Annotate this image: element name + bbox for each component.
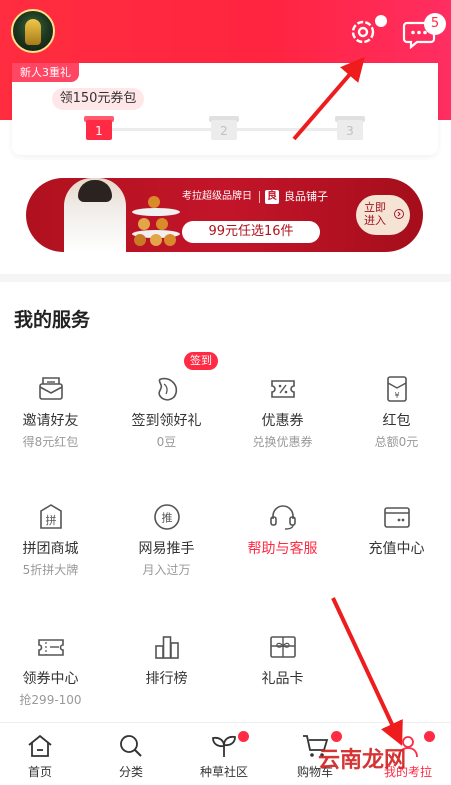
ranking-icon bbox=[154, 636, 179, 659]
service-sub: 月入过万 bbox=[142, 563, 191, 577]
service-sub: 抢299-100 bbox=[19, 693, 82, 707]
service-label: 红包 bbox=[382, 413, 411, 429]
coupon-pack-label[interactable]: 领150元券包 bbox=[52, 88, 144, 110]
promo-banner[interactable]: 考拉超级品牌日 良 良品铺子 99元任选16件 立即 进入 bbox=[26, 178, 423, 252]
service-sub: 5折拼大牌 bbox=[22, 563, 79, 577]
newcomer-step-2: 2 bbox=[209, 114, 239, 140]
arrow-to-my-kaola bbox=[331, 597, 403, 746]
service-group-buy[interactable]: 拼 拼团商城 5折拼大牌 bbox=[0, 502, 107, 578]
banner-brand-logo: 良 bbox=[265, 190, 279, 204]
banner-person-image bbox=[64, 178, 126, 252]
home-icon bbox=[28, 734, 52, 757]
service-label: 帮助与客服 bbox=[247, 541, 318, 557]
wallet-icon bbox=[383, 507, 410, 528]
service-label: 优惠券 bbox=[261, 413, 304, 429]
service-label: 礼品卡 bbox=[261, 671, 304, 687]
banner-enter-button[interactable]: 立即 进入 bbox=[356, 195, 410, 235]
nav-community[interactable]: 种草社区 bbox=[179, 732, 269, 780]
newcomer-step-3: 3 bbox=[335, 114, 365, 140]
service-red-packet[interactable]: ¥ 红包 总额0元 bbox=[340, 374, 451, 450]
section-divider bbox=[0, 274, 451, 282]
service-label: 排行榜 bbox=[145, 671, 188, 687]
search-icon bbox=[120, 735, 142, 757]
service-label: 拼团商城 bbox=[22, 541, 79, 557]
service-label: 邀请好友 bbox=[22, 413, 79, 429]
step-number: 2 bbox=[220, 124, 228, 138]
promoter-icon: 推 bbox=[153, 504, 180, 530]
banner-separator bbox=[259, 191, 260, 203]
step-number: 3 bbox=[346, 124, 354, 138]
coupon-icon bbox=[270, 380, 295, 398]
service-sub: 兑换优惠券 bbox=[252, 435, 313, 449]
service-help-support[interactable]: 帮助与客服 bbox=[226, 502, 339, 558]
service-label: 领券中心 bbox=[22, 671, 79, 687]
red-envelope-icon: ¥ bbox=[386, 376, 407, 402]
nav-label: 分类 bbox=[118, 765, 143, 779]
nav-label: 种草社区 bbox=[199, 765, 248, 779]
sprout-icon bbox=[212, 735, 236, 757]
avatar[interactable] bbox=[11, 9, 55, 53]
settings-notification-dot bbox=[375, 15, 387, 27]
service-sign-in-gift[interactable]: 签到领好礼 0豆 bbox=[110, 374, 223, 450]
profile-red-dot bbox=[424, 731, 435, 742]
nav-label: 首页 bbox=[27, 765, 52, 779]
cart-red-dot bbox=[331, 731, 342, 742]
service-ranking[interactable]: 排行榜 bbox=[110, 632, 223, 688]
service-promoter[interactable]: 推 网易推手 月入过万 bbox=[110, 502, 223, 578]
ticket-icon bbox=[37, 639, 64, 656]
message-count-badge: 5 bbox=[424, 13, 446, 35]
service-coupons[interactable]: 优惠券 兑换优惠券 bbox=[226, 374, 339, 450]
nav-category[interactable]: 分类 bbox=[86, 732, 176, 780]
service-coupon-center[interactable]: 领券中心 抢299-100 bbox=[0, 632, 107, 708]
banner-food-image bbox=[130, 186, 182, 246]
nav-home[interactable]: 首页 bbox=[0, 732, 85, 780]
newcomer-tag: 新人3重礼 bbox=[12, 63, 79, 82]
service-recharge-center[interactable]: 充值中心 bbox=[340, 502, 451, 558]
service-sub: 得8元红包 bbox=[22, 435, 79, 449]
step-number: 1 bbox=[95, 124, 103, 138]
gift-card-icon bbox=[269, 636, 296, 658]
watermark-text: 云南龙网 bbox=[318, 747, 407, 773]
invite-envelope-icon bbox=[38, 377, 63, 400]
services-title: 我的服务 bbox=[14, 309, 91, 331]
newcomer-step-1: 1 bbox=[84, 114, 114, 140]
service-invite-friends[interactable]: 邀请好友 得8元红包 bbox=[0, 374, 107, 450]
svg-text:¥: ¥ bbox=[394, 391, 399, 400]
svg-text:推: 推 bbox=[161, 511, 172, 525]
svg-text:拼: 拼 bbox=[45, 513, 56, 527]
banner-promo-pill: 99元任选16件 bbox=[182, 221, 320, 243]
sign-in-badge: 签到 bbox=[184, 352, 218, 370]
service-label: 充值中心 bbox=[368, 541, 425, 557]
service-label: 签到领好礼 bbox=[131, 413, 202, 429]
chevron-right-icon bbox=[394, 209, 404, 219]
service-sub: 总额0元 bbox=[374, 435, 419, 449]
community-red-dot bbox=[238, 731, 249, 742]
service-sub: 0豆 bbox=[156, 435, 177, 449]
headset-icon bbox=[269, 505, 296, 530]
banner-brand-day: 考拉超级品牌日 bbox=[182, 191, 252, 202]
service-label: 网易推手 bbox=[138, 541, 195, 557]
group-buy-icon: 拼 bbox=[39, 504, 62, 529]
bean-icon bbox=[157, 377, 177, 401]
service-gift-card[interactable]: 礼品卡 bbox=[226, 632, 339, 688]
banner-brand-name: 良品铺子 bbox=[284, 190, 328, 203]
